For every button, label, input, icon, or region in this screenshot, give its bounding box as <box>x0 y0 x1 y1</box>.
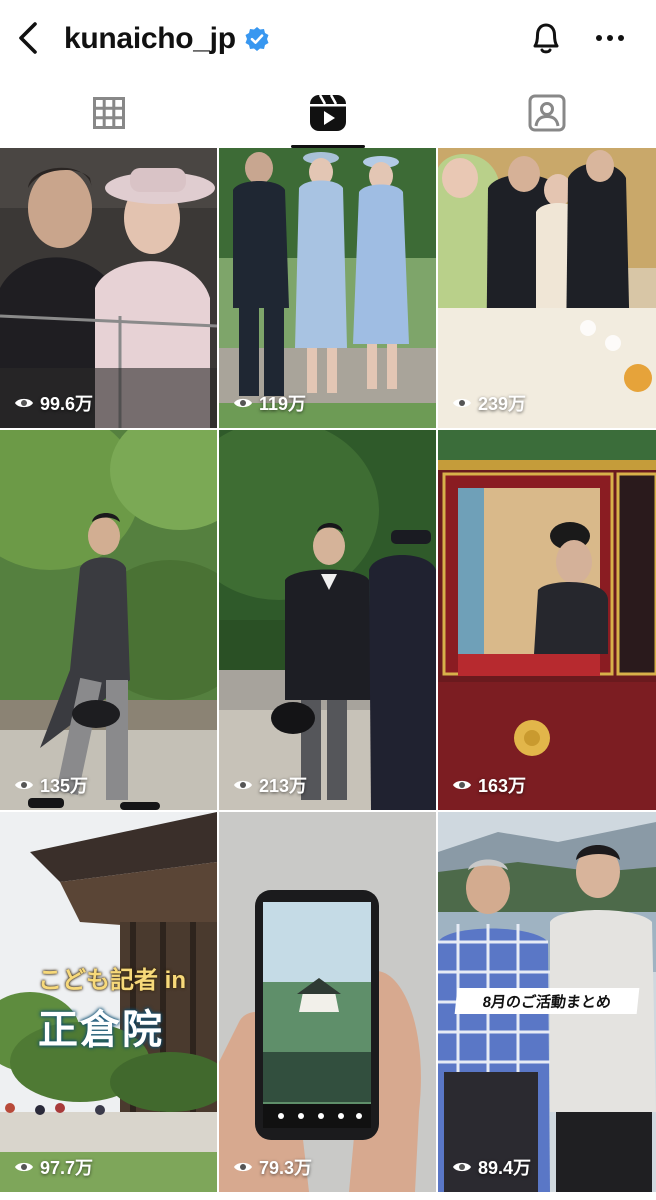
play-views-icon <box>14 396 34 410</box>
tab-posts-grid[interactable] <box>0 78 219 148</box>
view-count: 135万 <box>14 772 88 798</box>
tagged-person-icon <box>528 94 566 132</box>
profile-title: kunaicho_jp <box>64 20 270 58</box>
back-button[interactable] <box>8 16 48 60</box>
overlay-heading: 正倉院 <box>38 1008 164 1052</box>
profile-header: kunaicho_jp <box>0 0 656 78</box>
view-count: 239万 <box>452 390 526 416</box>
view-count-text: 135万 <box>40 776 89 796</box>
more-horizontal-icon <box>596 35 624 41</box>
reel-tile[interactable]: 163万 <box>438 430 656 810</box>
view-count-text: 79.3万 <box>259 1158 313 1178</box>
view-count-text: 119万 <box>259 394 307 414</box>
view-count-text: 89.4万 <box>478 1158 532 1178</box>
view-count: 163万 <box>452 772 526 798</box>
view-count: 89.4万 <box>452 1154 531 1180</box>
view-count: 99.6万 <box>14 390 93 416</box>
grid-icon <box>93 97 126 129</box>
play-views-icon <box>452 396 472 410</box>
chevron-left-icon <box>19 22 37 54</box>
profile-tabs <box>0 78 656 148</box>
notifications-button[interactable] <box>524 16 568 60</box>
more-options-button[interactable] <box>588 16 632 60</box>
reels-grid: 99.6万 119万 239万 135万 213万 163万 こども記者 in … <box>0 148 656 1192</box>
username: kunaicho_jp <box>64 22 236 55</box>
tab-reels[interactable] <box>219 78 438 148</box>
play-views-icon <box>452 1160 472 1174</box>
view-count: 119万 <box>233 390 306 416</box>
reel-tile[interactable]: 239万 <box>438 148 656 428</box>
reel-thumbnail <box>219 430 436 810</box>
reel-thumbnail <box>438 148 656 428</box>
view-count-text: 239万 <box>478 394 527 414</box>
view-count: 79.3万 <box>233 1154 312 1180</box>
reel-caption: 8月のご活動まとめ <box>454 988 640 1014</box>
reel-overlay-title: こども記者 in 正倉院 <box>38 960 186 1055</box>
reel-tile[interactable]: 135万 <box>0 430 217 810</box>
reel-thumbnail <box>0 430 217 810</box>
play-views-icon <box>233 396 253 410</box>
reel-thumbnail <box>0 148 217 428</box>
reel-tile[interactable]: こども記者 in 正倉院 97.7万 <box>0 812 217 1192</box>
reel-tile[interactable]: 8月のご活動まとめ 89.4万 <box>438 812 656 1192</box>
bell-icon <box>533 23 559 54</box>
reel-tile[interactable]: 213万 <box>219 430 436 810</box>
play-views-icon <box>14 778 34 792</box>
reels-icon <box>310 94 346 131</box>
view-count: 213万 <box>233 772 307 798</box>
reel-thumbnail <box>438 430 656 810</box>
reel-thumbnail <box>219 812 436 1192</box>
reel-tile[interactable]: 119万 <box>219 148 436 428</box>
view-count-text: 213万 <box>259 776 308 796</box>
verified-badge-icon <box>244 26 270 52</box>
overlay-subtitle: こども記者 in <box>38 967 186 994</box>
play-views-icon <box>14 1160 34 1174</box>
view-count-text: 97.7万 <box>40 1158 94 1178</box>
play-views-icon <box>233 778 253 792</box>
reel-tile[interactable]: 79.3万 <box>219 812 436 1192</box>
tab-tagged[interactable] <box>437 78 656 148</box>
play-views-icon <box>452 778 472 792</box>
reel-caption-text: 8月のご活動まとめ <box>481 993 612 1011</box>
play-views-icon <box>233 1160 253 1174</box>
view-count-text: 99.6万 <box>40 394 94 414</box>
view-count-text: 163万 <box>478 776 527 796</box>
view-count: 97.7万 <box>14 1154 93 1180</box>
reel-thumbnail <box>219 148 436 428</box>
reel-tile[interactable]: 99.6万 <box>0 148 217 428</box>
